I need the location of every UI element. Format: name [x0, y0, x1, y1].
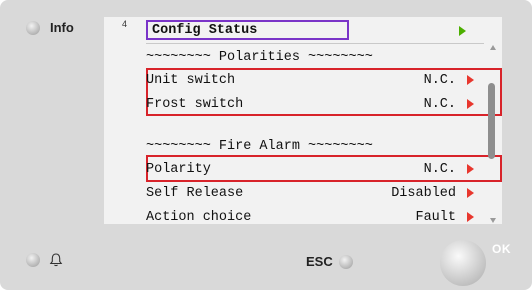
title-divider — [146, 43, 484, 44]
row-arrow — [456, 212, 484, 222]
row-value: N.C. — [423, 161, 456, 177]
esc-label: ESC — [306, 254, 333, 269]
scrollbar[interactable] — [488, 45, 498, 223]
info-label: Info — [50, 20, 74, 35]
nav-arrow-icon — [466, 212, 474, 222]
row-value: Fault — [415, 209, 456, 225]
row-label: Action choice — [146, 209, 252, 225]
ok-knob[interactable]: OK — [440, 240, 511, 286]
nav-arrow-icon — [459, 26, 466, 36]
page-title-box[interactable]: Config Status — [146, 20, 349, 40]
row-value: N.C. — [423, 72, 456, 88]
line-number: 4 — [122, 19, 128, 29]
alarm-button[interactable] — [26, 252, 64, 268]
menu-row-action-choice[interactable]: Action choice Fault — [146, 206, 484, 228]
row-label: Polarity — [146, 161, 211, 177]
esc-led-icon — [338, 254, 353, 269]
menu-row-unit-switch[interactable]: Unit switch N.C. — [146, 69, 484, 91]
row-label: Unit switch — [146, 72, 236, 88]
row-value: Disabled — [391, 185, 456, 201]
lcd-screen: 4 Config Status ~~~~~~~~ Polarities ~~~~… — [104, 17, 502, 225]
title-row: Config Status — [146, 20, 484, 42]
row-value: N.C. — [423, 96, 456, 112]
row-label: Frost switch — [146, 96, 244, 112]
nav-arrow-icon — [466, 75, 474, 85]
alarm-led-icon — [26, 253, 40, 267]
nav-arrow-icon — [466, 99, 474, 109]
ok-label: OK — [492, 242, 511, 256]
scroll-thumb[interactable] — [488, 83, 495, 159]
info-led-icon — [26, 20, 40, 35]
section-header-polarities: ~~~~~~~~ Polarities ~~~~~~~~ — [146, 49, 373, 65]
section-header-fire-alarm: ~~~~~~~~ Fire Alarm ~~~~~~~~ — [146, 138, 373, 154]
controller-device: Info 4 Config Status ~~~~~~~~ Polarities… — [0, 0, 532, 290]
menu-row-frost-switch[interactable]: Frost switch N.C. — [146, 93, 484, 115]
row-label: Self Release — [146, 185, 244, 201]
bell-icon — [49, 253, 63, 267]
info-button[interactable]: Info — [26, 20, 74, 35]
nav-arrow-icon — [466, 188, 474, 198]
row-arrow — [456, 188, 484, 198]
row-arrow — [456, 75, 484, 85]
page-title: Config Status — [152, 22, 258, 38]
scroll-down-icon — [490, 218, 496, 223]
row-arrow — [456, 99, 484, 109]
nav-arrow-icon — [466, 164, 474, 174]
ok-knob-icon — [440, 240, 486, 286]
menu-row-polarity[interactable]: Polarity N.C. — [146, 158, 484, 180]
scroll-up-icon — [490, 45, 496, 50]
row-arrow — [456, 164, 484, 174]
menu-row-self-release[interactable]: Self Release Disabled — [146, 182, 484, 204]
esc-button[interactable]: ESC — [306, 254, 353, 269]
